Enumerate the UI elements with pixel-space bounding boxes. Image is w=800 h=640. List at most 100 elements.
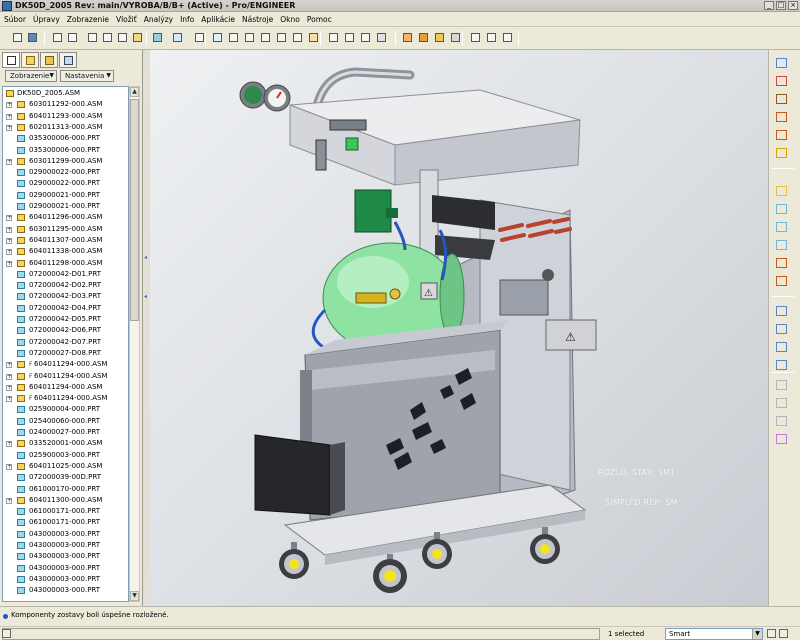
save-button[interactable] bbox=[25, 31, 40, 45]
hidden-line-button[interactable] bbox=[342, 31, 357, 45]
context-help-button[interactable] bbox=[500, 31, 515, 45]
tree-item[interactable]: +604011338-000.ASM bbox=[3, 246, 128, 257]
print-button[interactable] bbox=[10, 31, 25, 45]
csys-datum-button[interactable] bbox=[774, 146, 789, 160]
menu-view[interactable]: Zobrazenie bbox=[67, 15, 109, 24]
menu-applications[interactable]: Aplikácie bbox=[201, 15, 235, 24]
regenerate-button[interactable] bbox=[150, 31, 165, 45]
tree-item[interactable]: +033520001-000.ASM bbox=[3, 438, 128, 449]
zoom-in-button[interactable] bbox=[226, 31, 241, 45]
maximize-button[interactable]: □ bbox=[776, 1, 786, 10]
family-table-button[interactable] bbox=[484, 31, 499, 45]
datum-point-button[interactable] bbox=[774, 128, 789, 142]
tree-item[interactable]: 072000039-00D.PRT bbox=[3, 472, 128, 483]
tree-item[interactable]: 029000022-000.PRT bbox=[3, 178, 128, 189]
intersect-button[interactable] bbox=[774, 378, 789, 392]
tree-item[interactable]: +603011292-000.ASM bbox=[3, 99, 128, 110]
tree-item[interactable]: 025900004-000.PRT bbox=[3, 404, 128, 415]
expand-icon[interactable]: + bbox=[6, 260, 12, 267]
menu-insert[interactable]: Vložiť bbox=[116, 15, 137, 24]
tree-item[interactable]: 072000042-D07.PRT bbox=[3, 337, 128, 348]
expand-icon[interactable]: + bbox=[6, 124, 12, 131]
expand-icon[interactable]: + bbox=[6, 237, 12, 244]
tree-item[interactable]: 061000171-000.PRT bbox=[3, 517, 128, 528]
draft-button[interactable] bbox=[774, 238, 789, 252]
collapse-arrow-icon[interactable]: ◂ bbox=[144, 293, 149, 300]
tree-item[interactable]: 072000042-D01.PRT bbox=[3, 269, 128, 280]
csys-button[interactable] bbox=[448, 31, 463, 45]
tree-item[interactable]: + F 604011294-000.ASM bbox=[3, 371, 128, 382]
refit-button[interactable] bbox=[258, 31, 273, 45]
tree-item[interactable]: +604011025-000.ASM bbox=[3, 461, 128, 472]
tree-item[interactable]: + F 604011294-000.ASM bbox=[3, 393, 128, 404]
tree-item[interactable]: 029000021-000.PRT bbox=[3, 190, 128, 201]
tab-favorites[interactable] bbox=[40, 52, 58, 68]
merge-button[interactable] bbox=[774, 340, 789, 354]
hole-button[interactable] bbox=[774, 184, 789, 198]
datum-plane-button[interactable] bbox=[774, 56, 789, 70]
expand-icon[interactable]: + bbox=[6, 158, 12, 165]
expand-icon[interactable]: + bbox=[6, 113, 12, 120]
tree-item[interactable]: 029000022-000.PRT bbox=[3, 167, 128, 178]
menu-window[interactable]: Okno bbox=[280, 15, 300, 24]
expand-icon[interactable]: + bbox=[6, 497, 12, 504]
paste-button[interactable] bbox=[115, 31, 130, 45]
selection-filter[interactable]: Smart ▼ bbox=[665, 628, 763, 640]
tree-item[interactable]: 072000042-D04.PRT bbox=[3, 303, 128, 314]
tree-item[interactable]: 072000042-D06.PRT bbox=[3, 325, 128, 336]
round-button[interactable] bbox=[774, 256, 789, 270]
view-menu-button[interactable]: Zobrazenie ▼ bbox=[5, 70, 57, 82]
tree-item[interactable]: 072000042-D05.PRT bbox=[3, 314, 128, 325]
tree-item[interactable]: +602011313-000.ASM bbox=[3, 122, 128, 133]
no-hidden-button[interactable] bbox=[358, 31, 373, 45]
tree-item[interactable]: 043000003-000.PRT bbox=[3, 563, 128, 574]
tree-item[interactable]: +604011298-000.ASM bbox=[3, 258, 128, 269]
tree-item[interactable]: +603011299-000.ASM bbox=[3, 156, 128, 167]
menu-file[interactable]: Súbor bbox=[4, 15, 26, 24]
zoom-out-button[interactable] bbox=[242, 31, 257, 45]
datum-points-button[interactable] bbox=[432, 31, 447, 45]
rib-button[interactable] bbox=[774, 220, 789, 234]
datum-planes-button[interactable] bbox=[400, 31, 415, 45]
filter-options-icon[interactable] bbox=[767, 629, 776, 638]
tree-item[interactable]: + F 604011294-000.ASM bbox=[3, 359, 128, 370]
expand-icon[interactable]: + bbox=[6, 215, 12, 222]
chevron-down-icon[interactable]: ▼ bbox=[752, 629, 762, 639]
tree-item[interactable]: 072000042-D02.PRT bbox=[3, 280, 128, 291]
tree-item[interactable]: 025400060-000.PRT bbox=[3, 416, 128, 427]
shading-button[interactable] bbox=[374, 31, 389, 45]
sketch-button[interactable] bbox=[774, 110, 789, 124]
tab-model-tree[interactable] bbox=[2, 52, 20, 68]
shell-button[interactable] bbox=[774, 202, 789, 216]
tree-item[interactable]: +604011294-000.ASM bbox=[3, 382, 128, 393]
menu-analysis[interactable]: Analýzy bbox=[144, 15, 173, 24]
copy-button[interactable] bbox=[100, 31, 115, 45]
tree-item[interactable]: 029000021-000.PRT bbox=[3, 201, 128, 212]
tree-item[interactable]: +604011293-000.ASM bbox=[3, 111, 128, 122]
cut-button[interactable] bbox=[85, 31, 100, 45]
trim-button[interactable] bbox=[774, 396, 789, 410]
expand-icon[interactable]: + bbox=[6, 373, 12, 380]
expand-icon[interactable]: + bbox=[6, 396, 12, 403]
find-button[interactable] bbox=[170, 31, 185, 45]
menu-help[interactable]: Pomoc bbox=[307, 15, 332, 24]
tree-item[interactable]: 072000042-D03.PRT bbox=[3, 291, 128, 302]
datum-axis-button[interactable] bbox=[774, 74, 789, 88]
expand-icon[interactable]: + bbox=[6, 249, 12, 256]
menu-tools[interactable]: Nástroje bbox=[242, 15, 273, 24]
paste-special-button[interactable] bbox=[130, 31, 145, 45]
expand-icon[interactable]: + bbox=[6, 441, 12, 448]
mirror-button[interactable] bbox=[774, 322, 789, 336]
tree-item[interactable]: +603011295-000.ASM bbox=[3, 224, 128, 235]
expand-icon[interactable]: + bbox=[6, 463, 12, 470]
tree-item[interactable]: 035300006-000.PRT bbox=[3, 133, 128, 144]
expand-icon[interactable]: + bbox=[6, 384, 12, 391]
tree-item[interactable]: 043000003-000.PRT bbox=[3, 574, 128, 585]
settings-menu-button[interactable]: Nastavenia ▼ bbox=[60, 70, 114, 82]
tree-item[interactable]: 061000170-000.PRT bbox=[3, 484, 128, 495]
scroll-down-arrow-icon[interactable]: ▼ bbox=[130, 591, 139, 601]
tree-item[interactable]: +604011300-000.ASM bbox=[3, 495, 128, 506]
redo-button[interactable] bbox=[65, 31, 80, 45]
tree-item[interactable]: 072000027-D08.PRT bbox=[3, 348, 128, 359]
panel-splitter[interactable]: ◂ ◂ bbox=[143, 50, 150, 606]
